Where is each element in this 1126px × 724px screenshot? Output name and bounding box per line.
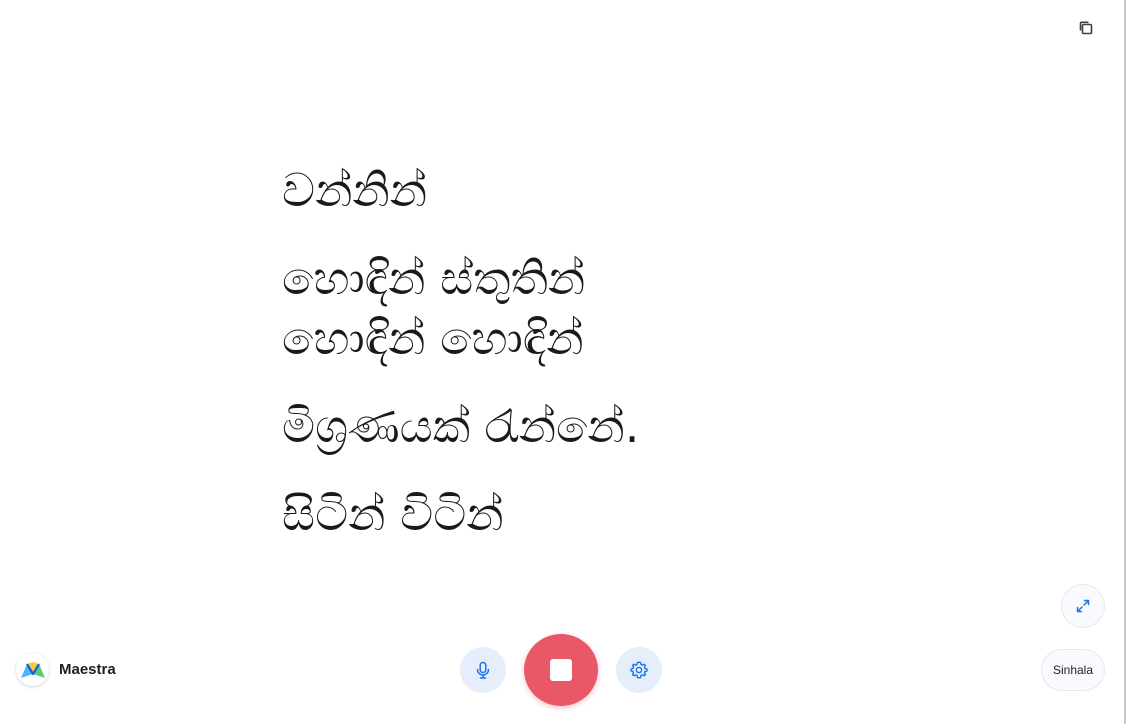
stop-recording-button[interactable] [524,634,598,706]
stop-icon [550,659,572,681]
transcript-line: හොඳින් හොඳින් [282,311,584,365]
brand-name: Maestra [59,661,116,678]
transcript-line: මිශ්‍රණයක් රැන්නේ. [282,399,640,453]
expand-icon [1076,599,1090,613]
transcript-line: වන්නින් [282,163,428,217]
transcript-line: හොඳින් ස්තුතින් [282,251,586,305]
app-window: වන්නින් හොඳින් ස්තුතින් හොඳින් හොඳින් මි… [0,0,1126,724]
microphone-button[interactable] [460,647,506,693]
transcript-line: සිටින් විටින් [282,487,504,541]
microphone-icon [476,661,490,679]
fullscreen-button[interactable] [1061,584,1105,628]
maestra-logo-icon [16,653,49,686]
brand[interactable]: Maestra [16,653,116,686]
settings-button[interactable] [616,647,662,693]
gear-icon [630,661,648,679]
live-transcript: වන්නින් හොඳින් ස්තුතින් හොඳින් හොඳින් මි… [282,160,1042,544]
language-label: Sinhala [1052,663,1094,677]
copy-button[interactable] [1072,14,1100,42]
copy-icon [1079,21,1093,35]
language-selector[interactable]: Sinhala [1041,649,1105,691]
